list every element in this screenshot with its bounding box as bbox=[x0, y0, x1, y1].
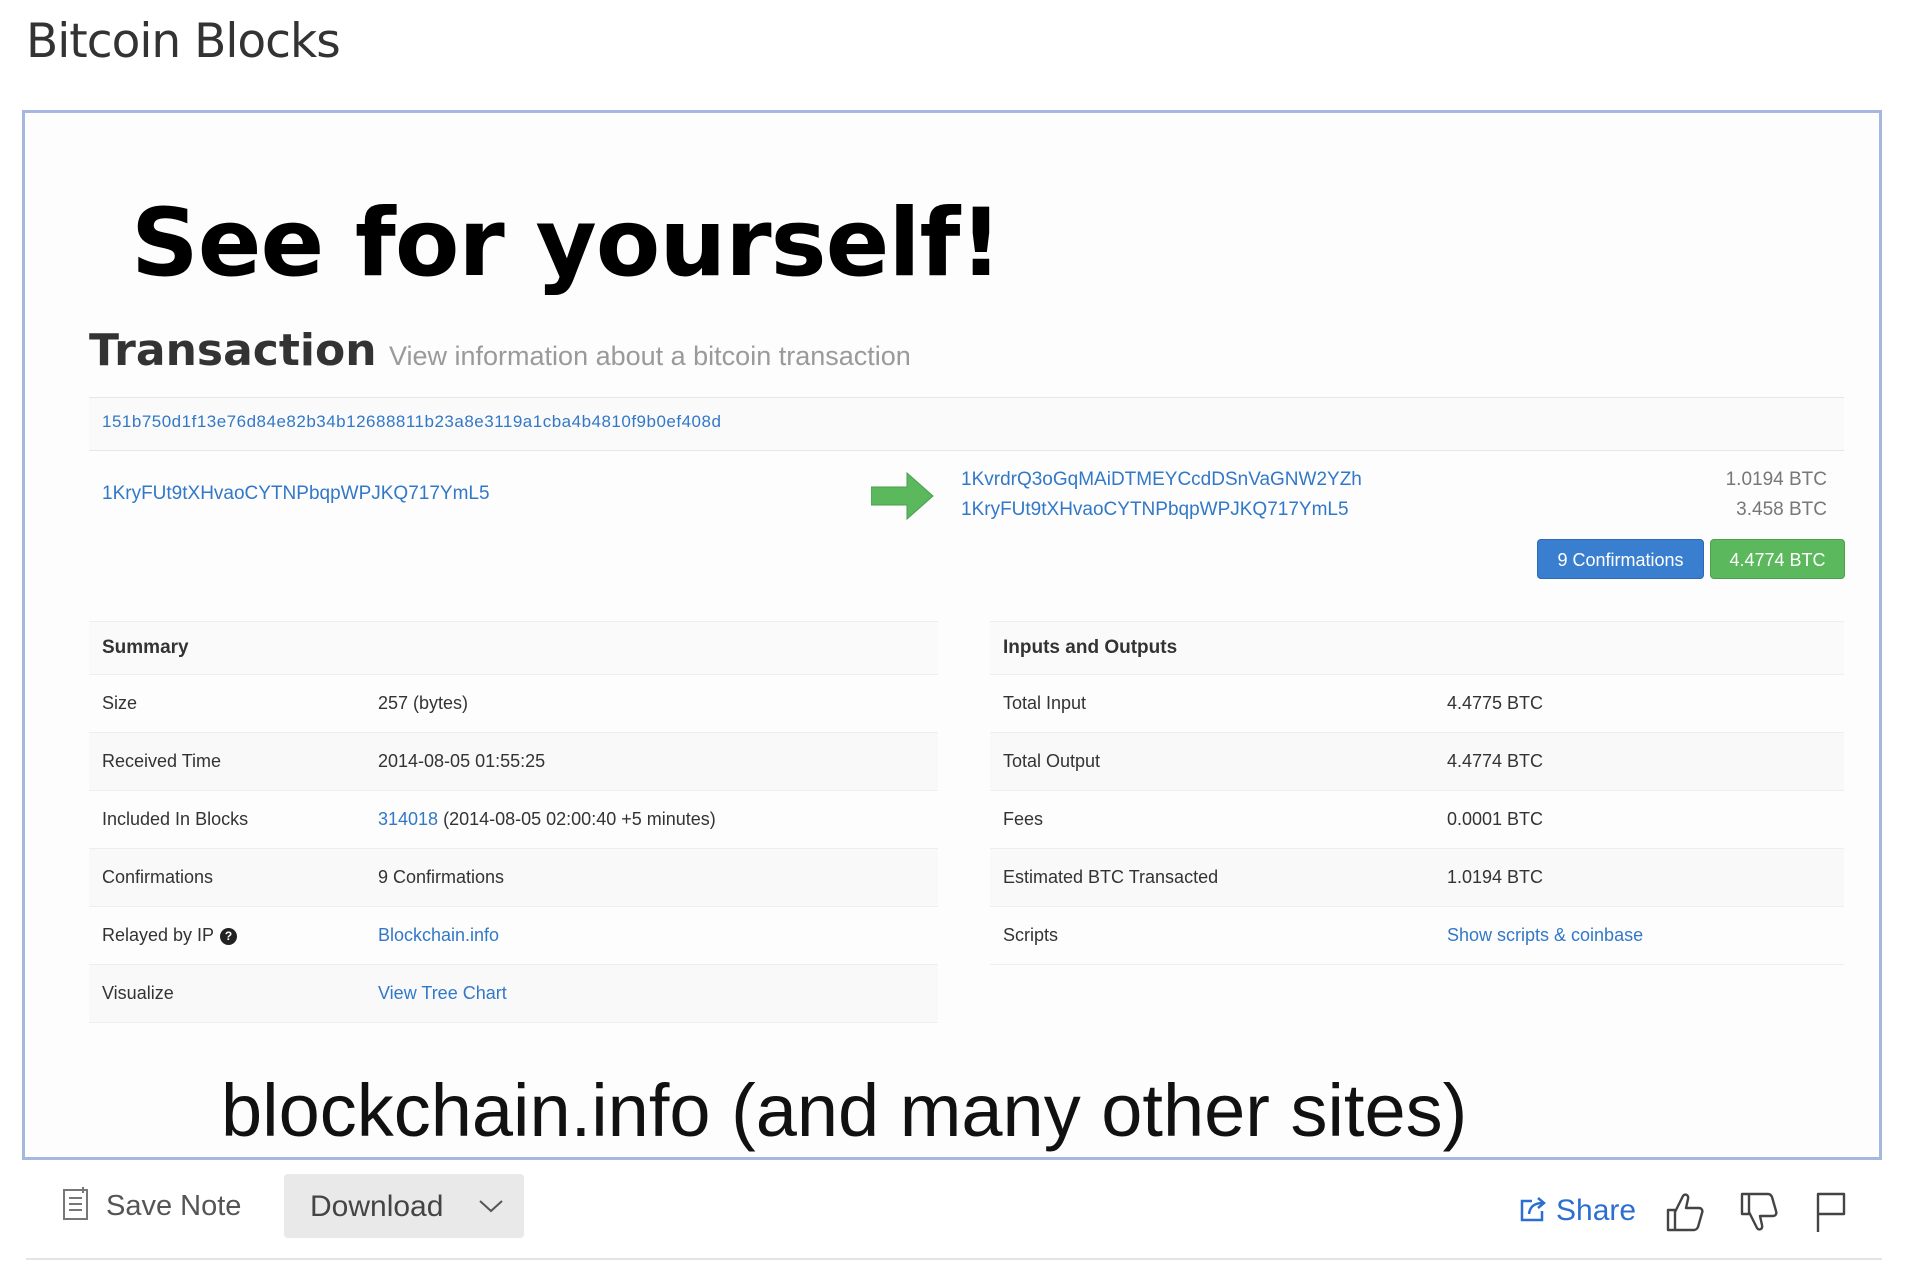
table-row: Total Input 4.4775 BTC bbox=[990, 674, 1844, 733]
table-row: Confirmations 9 Confirmations bbox=[89, 848, 938, 907]
row-label: Included In Blocks bbox=[89, 790, 365, 849]
block-time: (2014-08-05 02:00:40 +5 minutes) bbox=[438, 809, 716, 829]
transaction-title: Transaction bbox=[89, 325, 377, 376]
row-value: 257 (bytes) bbox=[365, 674, 938, 733]
block-link[interactable]: 314018 bbox=[378, 809, 438, 829]
row-label: Total Input bbox=[990, 674, 1434, 733]
row-label: Estimated BTC Transacted bbox=[990, 848, 1434, 907]
download-dropdown[interactable]: Download bbox=[284, 1174, 524, 1238]
video-toolbar: Save Note Download Share bbox=[0, 1160, 1907, 1260]
to-address-link[interactable]: 1KvrdrQ3oGqMAiDTMEYCcdDSnVaGNW2YZh bbox=[961, 469, 1362, 491]
row-label: Fees bbox=[990, 790, 1434, 849]
slide-headline: See for yourself! bbox=[131, 189, 1002, 298]
summary-title: Summary bbox=[89, 621, 938, 675]
from-address-link[interactable]: 1KryFUt9tXHvaoCYTNPbqpWPJKQ717YmL5 bbox=[102, 483, 490, 505]
row-value: 2014-08-05 01:55:25 bbox=[365, 732, 938, 791]
table-row: Total Output 4.4774 BTC bbox=[990, 732, 1844, 791]
row-value: Show scripts & coinbase bbox=[1434, 906, 1844, 965]
row-value: 314018 (2014-08-05 02:00:40 +5 minutes) bbox=[365, 790, 938, 849]
download-label: Download bbox=[310, 1190, 444, 1223]
relayed-by-link[interactable]: Blockchain.info bbox=[378, 925, 499, 945]
relayed-label: Relayed by IP bbox=[102, 925, 215, 945]
table-row: Received Time 2014-08-05 01:55:25 bbox=[89, 732, 938, 791]
view-tree-chart-link[interactable]: View Tree Chart bbox=[378, 983, 507, 1003]
slide-caption: blockchain.info (and many other sites) bbox=[221, 1069, 1468, 1152]
row-label: Size bbox=[89, 674, 365, 733]
confirmations-badge[interactable]: 9 Confirmations bbox=[1537, 539, 1704, 579]
page-title: Bitcoin Blocks bbox=[26, 14, 341, 69]
save-note-button[interactable]: Save Note bbox=[62, 1187, 241, 1223]
show-scripts-link[interactable]: Show scripts & coinbase bbox=[1447, 925, 1643, 945]
share-label: Share bbox=[1556, 1194, 1637, 1227]
output-amount: 3.458 BTC bbox=[1736, 499, 1827, 520]
table-row: Included In Blocks 314018 (2014-08-05 02… bbox=[89, 790, 938, 849]
table-row: Estimated BTC Transacted 1.0194 BTC bbox=[990, 848, 1844, 907]
slide-viewer: See for yourself! Transaction View infor… bbox=[22, 110, 1882, 1160]
table-row: Size 257 (bytes) bbox=[89, 674, 938, 733]
share-button[interactable]: Share bbox=[1518, 1194, 1636, 1228]
row-label: Scripts bbox=[990, 906, 1434, 965]
row-label: Received Time bbox=[89, 732, 365, 791]
row-label: Confirmations bbox=[89, 848, 365, 907]
share-icon bbox=[1520, 1197, 1546, 1222]
row-value: 4.4774 BTC bbox=[1434, 732, 1844, 791]
table-row: Scripts Show scripts & coinbase bbox=[990, 906, 1844, 965]
transaction-subtitle: View information about a bitcoin transac… bbox=[388, 341, 911, 371]
table-row: Fees 0.0001 BTC bbox=[990, 790, 1844, 849]
row-value: 0.0001 BTC bbox=[1434, 790, 1844, 849]
transaction-hash-bar: 151b750d1f13e76d84e82b34b12688811b23a8e3… bbox=[89, 397, 1844, 451]
table-row: Visualize View Tree Chart bbox=[89, 964, 938, 1023]
table-row: Relayed by IP? Blockchain.info bbox=[89, 906, 938, 965]
note-icon bbox=[63, 1187, 88, 1220]
summary-table: Summary Size 257 (bytes) Received Time 2… bbox=[89, 621, 938, 1023]
toolbar-divider bbox=[26, 1258, 1882, 1260]
row-value: 4.4775 BTC bbox=[1434, 674, 1844, 733]
transaction-heading: Transaction View information about a bit… bbox=[89, 325, 911, 376]
row-label: Relayed by IP? bbox=[89, 906, 365, 965]
to-address-link[interactable]: 1KryFUt9tXHvaoCYTNPbqpWPJKQ717YmL5 bbox=[961, 499, 1349, 521]
output-amount: 1.0194 BTC bbox=[1725, 469, 1827, 490]
inputs-outputs-title: Inputs and Outputs bbox=[990, 621, 1844, 675]
save-note-label: Save Note bbox=[106, 1190, 242, 1222]
flag-icon[interactable] bbox=[1810, 1190, 1852, 1234]
row-value: 1.0194 BTC bbox=[1434, 848, 1844, 907]
chevron-down-icon bbox=[479, 1200, 503, 1213]
thumbs-up-icon[interactable] bbox=[1664, 1190, 1706, 1234]
row-label: Total Output bbox=[990, 732, 1434, 791]
row-value: View Tree Chart bbox=[365, 964, 938, 1023]
thumbs-down-icon[interactable] bbox=[1738, 1190, 1780, 1234]
row-label: Visualize bbox=[89, 964, 365, 1023]
inputs-outputs-table: Inputs and Outputs Total Input 4.4775 BT… bbox=[990, 621, 1844, 965]
help-icon[interactable]: ? bbox=[220, 928, 238, 945]
total-amount-badge[interactable]: 4.4774 BTC bbox=[1710, 539, 1845, 579]
transaction-hash-link[interactable]: 151b750d1f13e76d84e82b34b12688811b23a8e3… bbox=[102, 412, 721, 432]
row-value: Blockchain.info bbox=[365, 906, 938, 965]
arrow-right-icon bbox=[871, 471, 934, 521]
row-value: 9 Confirmations bbox=[365, 848, 938, 907]
